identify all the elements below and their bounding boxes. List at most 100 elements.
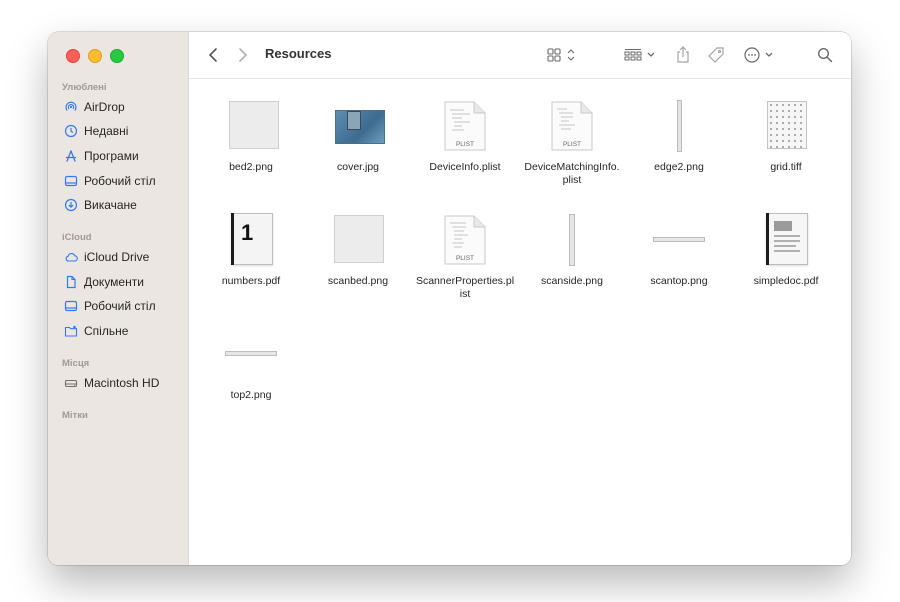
photo-thumbnail <box>306 99 410 151</box>
tag-icon <box>708 47 724 63</box>
sidebar-item-label: Недавні <box>84 124 129 138</box>
file-item[interactable]: simpledoc.pdf <box>734 213 838 288</box>
image-thumbnail <box>627 99 731 152</box>
sidebar-item-label: AirDrop <box>84 100 125 114</box>
download-icon <box>64 198 78 212</box>
file-item[interactable]: 1 numbers.pdf <box>199 213 303 288</box>
sidebar-item-documents[interactable]: Документи <box>64 272 144 292</box>
tag-button[interactable] <box>705 44 727 66</box>
sidebar-item-icloud-drive[interactable]: iCloud Drive <box>64 247 149 267</box>
close-button[interactable] <box>66 49 80 63</box>
group-icon <box>624 49 655 61</box>
plist-badge: PLIST <box>455 255 475 262</box>
more-actions-button[interactable] <box>743 44 779 66</box>
plist-badge: PLIST <box>562 141 582 148</box>
airdrop-icon <box>65 101 77 111</box>
sidebar-item-label: Macintosh HD <box>84 376 160 390</box>
image-thumbnail <box>306 213 410 265</box>
search-button[interactable] <box>815 44 835 66</box>
pdf-thumbnail: 1 <box>199 213 303 265</box>
chevron-left-icon <box>208 48 217 62</box>
document-icon <box>66 275 76 289</box>
view-mode-button[interactable] <box>546 44 580 66</box>
share-button[interactable] <box>673 44 693 66</box>
plist-file-icon: PLIST <box>520 99 624 151</box>
file-name: edge2.png <box>654 161 704 173</box>
disk-icon <box>64 379 78 388</box>
sidebar-item-desktop[interactable]: Робочий стіл <box>64 171 156 191</box>
minimize-button[interactable] <box>88 49 102 63</box>
sidebar-section-locations: Місця <box>62 358 90 369</box>
cloud-icon <box>65 252 78 262</box>
image-thumbnail <box>199 327 303 379</box>
file-name: top2.png <box>230 389 272 401</box>
image-thumbnail <box>520 213 624 266</box>
sidebar-section-icloud: iCloud <box>62 232 92 243</box>
sidebar-section-favorites: Улюблені <box>62 82 107 93</box>
back-button[interactable] <box>203 44 223 66</box>
file-item[interactable]: cover.jpg <box>306 99 410 174</box>
finder-window: Улюблені AirDrop Недавні Програми Робочи… <box>48 32 851 565</box>
sidebar: Улюблені AirDrop Недавні Програми Робочи… <box>48 32 189 565</box>
sidebar-item-recents[interactable]: Недавні <box>64 121 128 141</box>
sidebar-item-applications[interactable]: Програми <box>64 146 139 166</box>
chevron-right-icon <box>239 48 248 62</box>
pdf-thumbnail <box>734 213 838 265</box>
zoom-button[interactable] <box>110 49 124 63</box>
sidebar-section-tags: Мітки <box>62 410 88 421</box>
file-item[interactable]: grid.tiff <box>734 99 838 174</box>
file-name: numbers.pdf <box>221 275 281 287</box>
desktop-icon <box>64 300 78 312</box>
file-item[interactable]: bed2.png <box>199 99 303 174</box>
sidebar-item-label: iCloud Drive <box>84 250 150 264</box>
file-name: bed2.png <box>229 161 273 173</box>
sidebar-item-label: Програми <box>84 149 139 163</box>
file-grid: bed2.png cover.jpg PLIST DeviceInfo.plis… <box>189 79 851 565</box>
file-name: scanbed.png <box>327 275 389 287</box>
image-thumbnail <box>734 99 838 151</box>
toolbar: Resources <box>189 32 851 79</box>
image-thumbnail <box>199 99 303 151</box>
file-item[interactable]: PLIST DeviceMatchingInfo.plist <box>520 99 624 187</box>
sidebar-item-label: Документи <box>84 275 144 289</box>
icon-view-icon <box>547 48 575 62</box>
sidebar-item-macintosh-hd[interactable]: Macintosh HD <box>64 373 159 393</box>
file-name: grid.tiff <box>770 161 802 173</box>
sidebar-item-shared[interactable]: Спільне <box>64 321 128 341</box>
file-name: DeviceMatchingInfo.plist <box>524 161 620 186</box>
search-icon <box>817 47 833 63</box>
group-button[interactable] <box>623 44 659 66</box>
file-name: DeviceInfo.plist <box>429 161 501 173</box>
file-item[interactable]: scantop.png <box>627 213 731 288</box>
clock-icon <box>64 124 78 138</box>
window-title: Resources <box>265 46 332 61</box>
shared-folder-icon <box>64 325 78 337</box>
file-name: simpledoc.pdf <box>753 275 819 287</box>
plist-file-icon: PLIST <box>413 99 517 151</box>
file-item[interactable]: edge2.png <box>627 99 731 174</box>
forward-button[interactable] <box>233 44 253 66</box>
file-name: cover.jpg <box>336 161 380 173</box>
file-name: scantop.png <box>650 275 708 287</box>
sidebar-item-icloud-desktop[interactable]: Робочий стіл <box>64 296 156 316</box>
file-name: ScannerProperties.plist <box>415 275 515 300</box>
sidebar-item-airdrop[interactable]: AirDrop <box>64 97 125 117</box>
file-name: scanside.png <box>541 275 603 287</box>
sidebar-item-label: Робочий стіл <box>84 299 156 313</box>
file-item[interactable]: PLIST DeviceInfo.plist <box>413 99 517 174</box>
sidebar-item-label: Викачане <box>84 198 137 212</box>
plist-file-icon: PLIST <box>413 213 517 265</box>
file-item[interactable]: top2.png <box>199 327 303 402</box>
file-item[interactable]: scanbed.png <box>306 213 410 288</box>
ellipsis-circle-icon <box>744 47 773 63</box>
pdf-page-number: 1 <box>241 220 254 245</box>
sidebar-item-label: Спільне <box>84 324 129 338</box>
desktop-icon <box>64 175 78 187</box>
sidebar-item-downloads[interactable]: Викачане <box>64 195 137 215</box>
sidebar-item-label: Робочий стіл <box>84 174 156 188</box>
applications-icon <box>65 150 77 162</box>
plist-badge: PLIST <box>455 141 475 148</box>
file-item[interactable]: PLIST ScannerProperties.plist <box>413 213 517 301</box>
file-item[interactable]: scanside.png <box>520 213 624 288</box>
image-thumbnail <box>627 213 731 265</box>
